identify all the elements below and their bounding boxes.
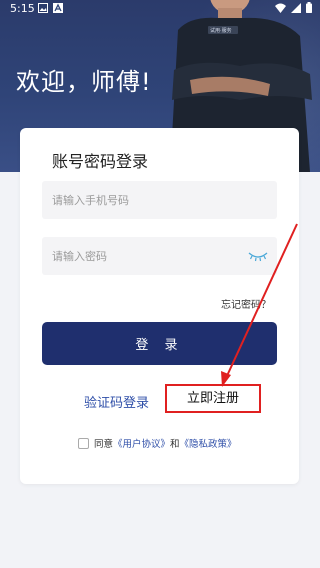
- register-button[interactable]: 立即注册: [165, 384, 261, 413]
- eye-closed-icon[interactable]: [248, 249, 268, 263]
- user-agreement-link[interactable]: 《用户协议》: [113, 436, 170, 450]
- login-card: 账号密码登录 忘记密码？ 登 录 验证码登录 立即注册 同意 《用户协议》 和 …: [20, 128, 299, 484]
- wifi-icon: [275, 3, 286, 13]
- status-bar: 5:15: [0, 0, 320, 18]
- image-notification-icon: [38, 3, 48, 13]
- agreement-prefix: 同意: [94, 439, 114, 450]
- agreement-and: 和: [170, 439, 180, 450]
- welcome-heading: 欢迎，师傅!: [16, 68, 152, 96]
- svg-text:试用·服务: 试用·服务: [210, 27, 232, 34]
- status-time: 5:15: [10, 2, 35, 15]
- cellular-signal-icon: [291, 2, 301, 13]
- password-input[interactable]: [42, 237, 277, 275]
- phone-input[interactable]: [42, 181, 277, 219]
- agreement-row: 同意 《用户协议》 和 《隐私政策》: [78, 436, 237, 450]
- privacy-policy-link[interactable]: 《隐私政策》: [180, 436, 237, 450]
- battery-icon: [306, 2, 312, 13]
- login-button[interactable]: 登 录: [42, 322, 277, 365]
- sms-login-link[interactable]: 验证码登录: [84, 392, 149, 411]
- card-title: 账号密码登录: [52, 152, 149, 171]
- app-notification-icon: [53, 3, 63, 13]
- forgot-password-link[interactable]: 忘记密码？: [221, 296, 271, 311]
- agreement-checkbox[interactable]: [78, 437, 89, 449]
